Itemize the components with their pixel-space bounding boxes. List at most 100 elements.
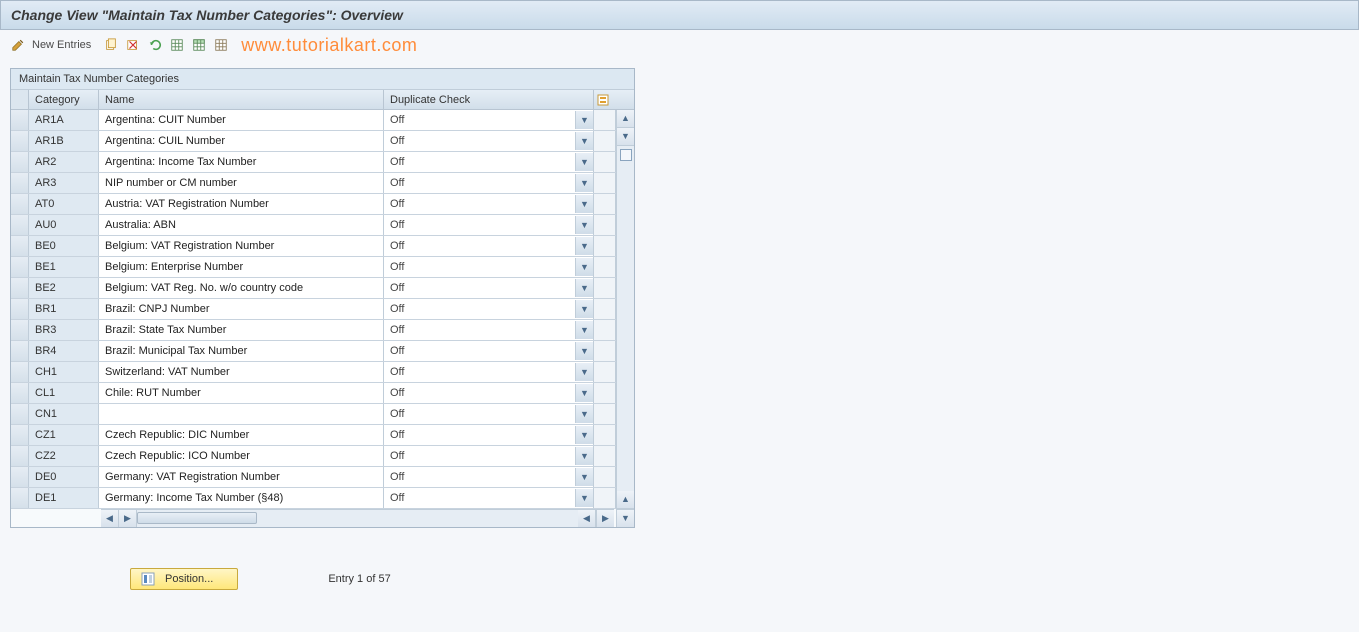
cell-duplicate-check[interactable]: Off▼ xyxy=(384,467,594,487)
row-selector[interactable] xyxy=(11,362,29,382)
column-header-duplicate-check[interactable]: Duplicate Check xyxy=(384,90,594,109)
cell-category[interactable]: BR3 xyxy=(29,320,99,340)
dropdown-icon[interactable]: ▼ xyxy=(575,216,593,234)
scroll-handle-icon[interactable] xyxy=(620,149,632,161)
row-selector-header[interactable] xyxy=(11,90,29,109)
cell-name[interactable]: Brazil: State Tax Number xyxy=(99,320,384,340)
dropdown-icon[interactable]: ▼ xyxy=(575,342,593,360)
cell-duplicate-check[interactable]: Off▼ xyxy=(384,488,594,508)
cell-name[interactable]: Argentina: CUIT Number xyxy=(99,110,384,130)
table-row[interactable]: BE2Belgium: VAT Reg. No. w/o country cod… xyxy=(11,278,634,299)
table-select-icon[interactable] xyxy=(191,37,207,53)
table-settings-icon[interactable] xyxy=(213,37,229,53)
row-selector[interactable] xyxy=(11,194,29,214)
cell-duplicate-check[interactable]: Off▼ xyxy=(384,383,594,403)
table-row[interactable]: CZ2Czech Republic: ICO NumberOff▼ xyxy=(11,446,634,467)
cell-duplicate-check[interactable]: Off▼ xyxy=(384,194,594,214)
cell-name[interactable]: Germany: VAT Registration Number xyxy=(99,467,384,487)
cell-duplicate-check[interactable]: Off▼ xyxy=(384,320,594,340)
table-row[interactable]: CL1Chile: RUT NumberOff▼ xyxy=(11,383,634,404)
table-row[interactable]: AR3NIP number or CM numberOff▼ xyxy=(11,173,634,194)
table-row[interactable]: DE0Germany: VAT Registration NumberOff▼ xyxy=(11,467,634,488)
dropdown-icon[interactable]: ▼ xyxy=(575,279,593,297)
table-row[interactable]: BR3Brazil: State Tax NumberOff▼ xyxy=(11,320,634,341)
cell-name[interactable]: Chile: RUT Number xyxy=(99,383,384,403)
scroll-down-icon[interactable]: ▼ xyxy=(617,509,634,527)
cell-category[interactable]: BR1 xyxy=(29,299,99,319)
cell-duplicate-check[interactable]: Off▼ xyxy=(384,110,594,130)
cell-name[interactable]: Czech Republic: DIC Number xyxy=(99,425,384,445)
cell-name[interactable]: Argentina: Income Tax Number xyxy=(99,152,384,172)
dropdown-icon[interactable]: ▼ xyxy=(575,426,593,444)
cell-category[interactable]: CN1 xyxy=(29,404,99,424)
table-row[interactable]: CN1 Off▼ xyxy=(11,404,634,425)
cell-name[interactable]: Belgium: Enterprise Number xyxy=(99,257,384,277)
dropdown-icon[interactable]: ▼ xyxy=(575,195,593,213)
row-selector[interactable] xyxy=(11,467,29,487)
row-selector[interactable] xyxy=(11,383,29,403)
scroll-left-step-icon[interactable]: ▶ xyxy=(119,510,137,527)
cell-duplicate-check[interactable]: Off▼ xyxy=(384,446,594,466)
cell-name[interactable]: Argentina: CUIL Number xyxy=(99,131,384,151)
dropdown-icon[interactable]: ▼ xyxy=(575,447,593,465)
table-row[interactable]: DE1Germany: Income Tax Number (§48)Off▼ xyxy=(11,488,634,509)
dropdown-icon[interactable]: ▼ xyxy=(575,489,593,507)
row-selector[interactable] xyxy=(11,278,29,298)
cell-category[interactable]: DE1 xyxy=(29,488,99,508)
table-row[interactable]: AR1BArgentina: CUIL NumberOff▼ xyxy=(11,131,634,152)
dropdown-icon[interactable]: ▼ xyxy=(575,300,593,318)
row-selector[interactable] xyxy=(11,131,29,151)
table-row[interactable]: AR2Argentina: Income Tax NumberOff▼ xyxy=(11,152,634,173)
row-selector[interactable] xyxy=(11,173,29,193)
copy-icon[interactable] xyxy=(103,37,119,53)
dropdown-icon[interactable]: ▼ xyxy=(575,111,593,129)
dropdown-icon[interactable]: ▼ xyxy=(575,363,593,381)
cell-name[interactable]: Brazil: CNPJ Number xyxy=(99,299,384,319)
cell-duplicate-check[interactable]: Off▼ xyxy=(384,341,594,361)
cell-category[interactable]: AT0 xyxy=(29,194,99,214)
cell-category[interactable]: CZ1 xyxy=(29,425,99,445)
column-header-category[interactable]: Category xyxy=(29,90,99,109)
row-selector[interactable] xyxy=(11,446,29,466)
table-row[interactable]: BE1Belgium: Enterprise NumberOff▼ xyxy=(11,257,634,278)
table-row[interactable]: AT0Austria: VAT Registration NumberOff▼ xyxy=(11,194,634,215)
cell-category[interactable]: AR1A xyxy=(29,110,99,130)
scroll-up-end-icon[interactable]: ▲ xyxy=(617,491,634,509)
scroll-right-step-icon[interactable]: ◀ xyxy=(578,510,596,527)
cell-name[interactable]: Switzerland: VAT Number xyxy=(99,362,384,382)
cell-category[interactable]: AU0 xyxy=(29,215,99,235)
undo-icon[interactable] xyxy=(147,37,163,53)
cell-category[interactable]: AR1B xyxy=(29,131,99,151)
cell-category[interactable]: BE2 xyxy=(29,278,99,298)
cell-category[interactable]: CL1 xyxy=(29,383,99,403)
row-selector[interactable] xyxy=(11,320,29,340)
cell-category[interactable]: AR3 xyxy=(29,173,99,193)
hscroll-track[interactable] xyxy=(137,510,578,527)
row-selector[interactable] xyxy=(11,425,29,445)
row-selector[interactable] xyxy=(11,215,29,235)
horizontal-scrollbar[interactable]: ◀ ▶ ◀ ▶ xyxy=(101,509,614,527)
cell-duplicate-check[interactable]: Off▼ xyxy=(384,278,594,298)
cell-duplicate-check[interactable]: Off▼ xyxy=(384,131,594,151)
cell-name[interactable]: NIP number or CM number xyxy=(99,173,384,193)
dropdown-icon[interactable]: ▼ xyxy=(575,237,593,255)
dropdown-icon[interactable]: ▼ xyxy=(575,258,593,276)
new-entries-button[interactable]: New Entries xyxy=(32,39,91,51)
table-config-icon[interactable] xyxy=(594,90,612,109)
cell-duplicate-check[interactable]: Off▼ xyxy=(384,404,594,424)
vertical-scrollbar[interactable]: ▲ ▼ ▲ ▼ xyxy=(616,110,634,527)
cell-name[interactable]: Austria: VAT Registration Number xyxy=(99,194,384,214)
row-selector[interactable] xyxy=(11,152,29,172)
row-selector[interactable] xyxy=(11,236,29,256)
cell-category[interactable]: AR2 xyxy=(29,152,99,172)
row-selector[interactable] xyxy=(11,299,29,319)
cell-duplicate-check[interactable]: Off▼ xyxy=(384,173,594,193)
dropdown-icon[interactable]: ▼ xyxy=(575,384,593,402)
cell-duplicate-check[interactable]: Off▼ xyxy=(384,152,594,172)
cell-category[interactable]: BE1 xyxy=(29,257,99,277)
position-button[interactable]: Position... xyxy=(130,568,238,590)
table-row[interactable]: BR4Brazil: Municipal Tax NumberOff▼ xyxy=(11,341,634,362)
dropdown-icon[interactable]: ▼ xyxy=(575,132,593,150)
cell-name[interactable]: Germany: Income Tax Number (§48) xyxy=(99,488,384,508)
dropdown-icon[interactable]: ▼ xyxy=(575,321,593,339)
